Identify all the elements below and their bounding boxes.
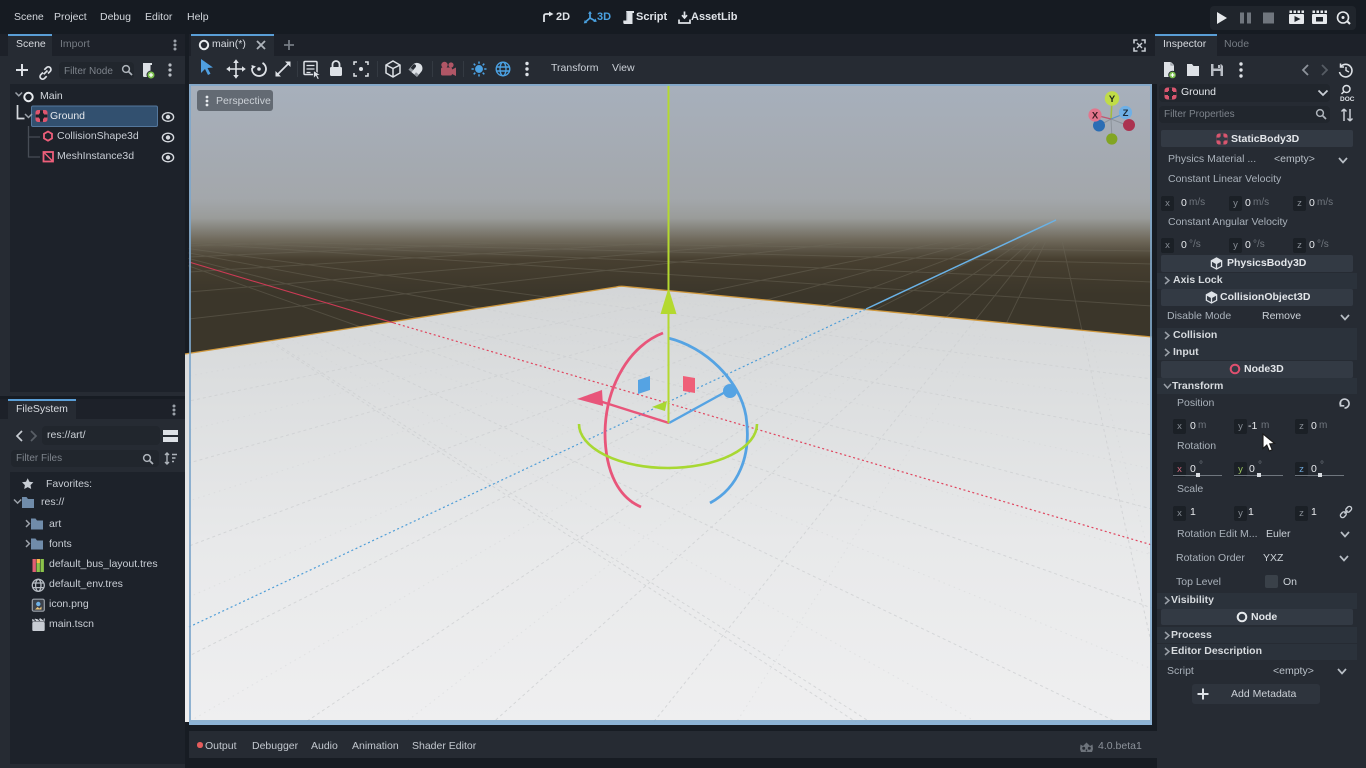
svg-text:Z: Z — [1123, 108, 1129, 119]
svg-text:DOC: DOC — [1340, 96, 1355, 103]
svg-text:X: X — [1092, 111, 1099, 122]
svg-text:Y: Y — [1109, 94, 1116, 105]
